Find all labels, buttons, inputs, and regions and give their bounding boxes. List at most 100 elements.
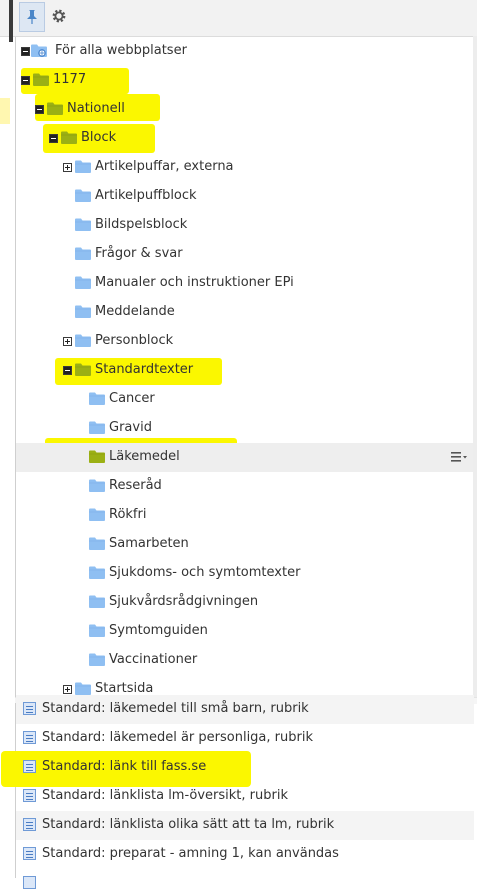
folder-icon: [75, 218, 91, 231]
tree-item-label: Läkemedel: [109, 449, 180, 464]
folder-icon: [75, 276, 91, 289]
tree-item[interactable]: Personblock: [16, 327, 477, 356]
folder-green-icon: [61, 131, 77, 144]
block-icon: [23, 789, 36, 802]
tree-item[interactable]: Reseråd: [16, 472, 477, 501]
window-edge: [9, 0, 13, 42]
tree-item[interactable]: Cancer: [16, 385, 477, 414]
tree-item[interactable]: Standardtexter: [16, 356, 477, 385]
tree-item[interactable]: Sjukvårdsrådgivningen: [16, 588, 477, 617]
tree-item-label: Sjukdoms- och symtomtexter: [109, 565, 301, 580]
page-tree-panel: För alla webbplatser 1177 Nationell Bloc…: [15, 37, 477, 698]
context-menu-icon[interactable]: [450, 450, 468, 464]
expand-toggle-icon[interactable]: [63, 337, 72, 346]
tree-item-label: Nationell: [67, 101, 125, 116]
folder-icon: [89, 624, 105, 637]
block-label: Standard: länklista olika sätt att ta lm…: [42, 817, 335, 832]
tree-item[interactable]: Vaccinationer: [16, 646, 477, 675]
tree-item-label: Symtomguiden: [109, 623, 208, 638]
tree-item-label: Startsida: [95, 681, 154, 696]
folder-icon: [75, 334, 91, 347]
block-icon: [23, 818, 36, 831]
tree-item-label: Samarbeten: [109, 536, 189, 551]
folder-icon: [89, 653, 105, 666]
tree-item[interactable]: 1177: [16, 66, 477, 95]
pin-icon: [27, 10, 37, 24]
tree-item-label: Vaccinationer: [109, 652, 198, 667]
block-list-panel: Standard: läkemedel till små barn, rubri…: [1, 695, 474, 889]
block-list-item[interactable]: Standard: länk till fass.se: [16, 753, 474, 782]
folder-icon: [89, 421, 105, 434]
block-label: Standard: läkemedel är personliga, rubri…: [42, 730, 313, 745]
folder-icon: [75, 682, 91, 695]
collapse-toggle-icon[interactable]: [35, 105, 44, 114]
tree-item-label: Meddelande: [95, 304, 175, 319]
collapse-toggle-icon[interactable]: [21, 47, 30, 56]
tree-item-label: Manualer och instruktioner EPi: [95, 275, 294, 290]
collapse-toggle-icon[interactable]: [63, 366, 72, 375]
tree-item[interactable]: Sjukdoms- och symtomtexter: [16, 559, 477, 588]
block-list-item[interactable]: Standard: länklista olika sätt att ta lm…: [16, 811, 474, 840]
tree-item-label: Rökfri: [109, 507, 147, 522]
folder-icon: [89, 595, 105, 608]
folder-icon: [89, 508, 105, 521]
expand-toggle-icon[interactable]: [63, 685, 72, 694]
tree-item[interactable]: Symtomguiden: [16, 617, 477, 646]
tree-item[interactable]: Block: [16, 124, 477, 153]
tree-item-label: Gravid: [109, 420, 152, 435]
folder-icon: [89, 566, 105, 579]
tree-item[interactable]: Frågor & svar: [16, 240, 477, 269]
tree-item-label: 1177: [53, 72, 87, 87]
tree-item-label: Reseråd: [109, 478, 162, 493]
tree-item[interactable]: Artikelpuffblock: [16, 182, 477, 211]
block-icon: [23, 731, 36, 744]
block-icon: [23, 760, 36, 773]
edge-accent: [0, 98, 10, 124]
tree-item-label: Personblock: [95, 333, 174, 348]
folder-green-icon: [89, 450, 105, 463]
tree-item-label: Frågor & svar: [95, 246, 183, 261]
tree-item-label: Block: [81, 130, 117, 145]
tree-item[interactable]: Nationell: [16, 95, 477, 124]
tree-item[interactable]: Samarbeten: [16, 530, 477, 559]
tree-item[interactable]: Läkemedel: [16, 443, 477, 472]
block-label: Standard: läkemedel till små barn, rubri…: [42, 701, 309, 716]
tree-item-label: Sjukvårdsrådgivningen: [109, 594, 259, 609]
collapse-toggle-icon[interactable]: [49, 134, 58, 143]
block-list-item[interactable]: Standard: länklista lm-översikt, rubrik: [16, 782, 474, 811]
tree-item[interactable]: Manualer och instruktioner EPi: [16, 269, 477, 298]
expand-toggle-icon[interactable]: [63, 163, 72, 172]
folder-icon: [75, 305, 91, 318]
folder-icon: [89, 537, 105, 550]
block-list-item[interactable]: Standard: läkemedel till små barn, rubri…: [16, 695, 474, 724]
tree-item-label: Artikelpuffar, externa: [95, 159, 234, 174]
tree-item[interactable]: Meddelande: [16, 298, 477, 327]
folder-icon: [89, 392, 105, 405]
folder-icon: [75, 160, 91, 173]
folder-green-icon: [33, 73, 49, 86]
pin-button[interactable]: [19, 2, 45, 32]
folder-green-icon: [75, 363, 91, 376]
tree-root-label: För alla webbplatser: [55, 43, 187, 58]
tree-root-item[interactable]: För alla webbplatser: [16, 37, 477, 66]
tree-item[interactable]: Artikelpuffar, externa: [16, 153, 477, 182]
toolbar: [0, 0, 477, 37]
settings-button[interactable]: [47, 2, 71, 30]
folder-icon: [75, 189, 91, 202]
collapse-toggle-icon[interactable]: [21, 76, 30, 85]
block-label: Standard: länklista lm-översikt, rubrik: [42, 788, 288, 803]
tree-item-label: Cancer: [109, 391, 155, 406]
block-list-item[interactable]: Standard: läkemedel är personliga, rubri…: [16, 724, 474, 753]
block-label: Standard: preparat - amning 1, kan använ…: [42, 846, 339, 861]
folder-green-icon: [47, 102, 63, 115]
globe-folder-icon: [31, 44, 47, 57]
scrollbar[interactable]: [473, 36, 477, 698]
folder-icon: [89, 479, 105, 492]
block-label: Standard: länk till fass.se: [42, 759, 207, 774]
tree-item[interactable]: Bildspelsblock: [16, 211, 477, 240]
block-list-item[interactable]: Standard: preparat - amning 1, kan använ…: [16, 840, 474, 869]
tree-item-label: Standardtexter: [95, 362, 194, 377]
folder-icon: [75, 247, 91, 260]
tree-item-label: Artikelpuffblock: [95, 188, 197, 203]
tree-item[interactable]: Rökfri: [16, 501, 477, 530]
